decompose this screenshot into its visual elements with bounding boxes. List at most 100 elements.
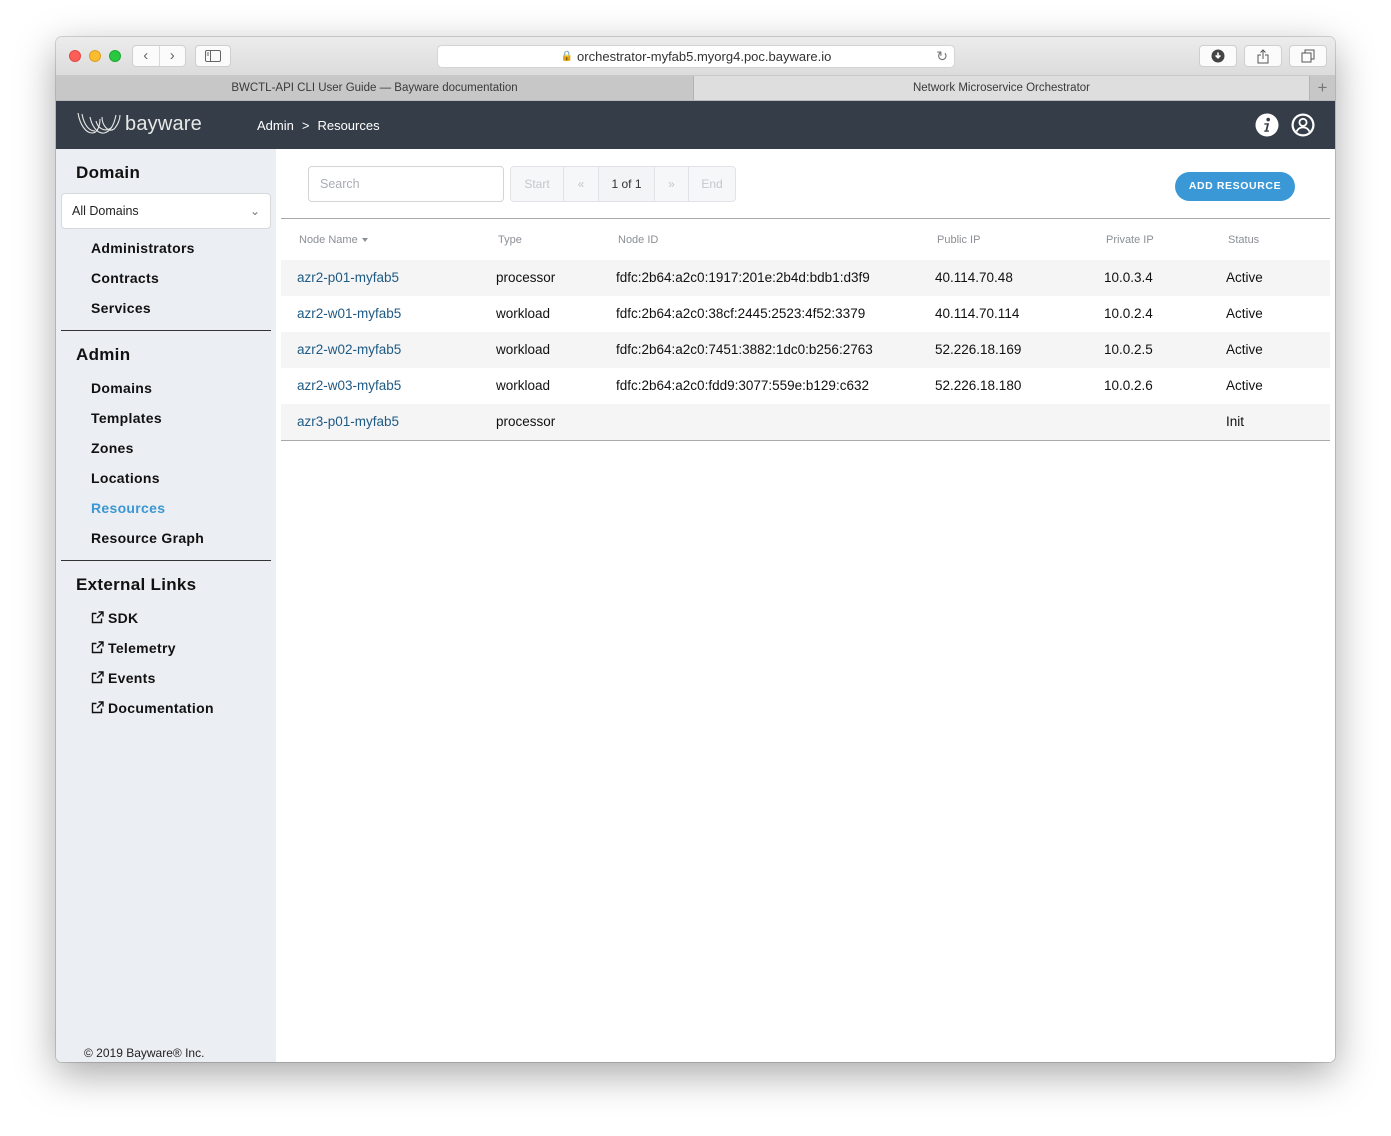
sidebar-item-domains[interactable]: Domains xyxy=(91,380,152,396)
external-link-icon xyxy=(91,671,104,684)
node-id: fdfc:2b64:a2c0:fdd9:3077:559e:b129:c632 xyxy=(616,378,869,393)
table-top-border xyxy=(281,218,1330,219)
breadcrumb: Admin > Resources xyxy=(257,118,380,133)
pager-prev-button[interactable]: « xyxy=(563,166,599,202)
breadcrumb-separator: > xyxy=(301,118,310,133)
bayware-logo-icon xyxy=(77,112,121,134)
sidebar-item-locations[interactable]: Locations xyxy=(91,470,160,486)
sidebar-link-documentation[interactable]: Documentation xyxy=(91,700,214,716)
node-id: fdfc:2b64:a2c0:7451:3882:1dc0:b256:2763 xyxy=(616,342,873,357)
url-text: orchestrator-myfab5.myorg4.poc.bayware.i… xyxy=(577,49,832,64)
public-ip: 40.114.70.48 xyxy=(935,270,1013,285)
info-icon[interactable] xyxy=(1255,113,1279,137)
admin-heading: Admin xyxy=(76,345,131,364)
column-header-private-ip[interactable]: Private IP xyxy=(1106,234,1154,246)
reload-icon[interactable]: ↻ xyxy=(936,48,948,65)
address-bar[interactable]: 🔒 orchestrator-myfab5.myorg4.poc.bayware… xyxy=(437,45,955,68)
sidebar-item-contracts[interactable]: Contracts xyxy=(91,270,159,286)
sidebar-link-label: Events xyxy=(108,670,156,686)
sidebar: Domain All Domains ⌄ Administrators Cont… xyxy=(56,149,276,1062)
sidebar-divider xyxy=(61,330,271,331)
external-link-icon xyxy=(91,611,104,624)
node-name-link[interactable]: azr2-w01-myfab5 xyxy=(297,306,401,321)
sidebar-link-sdk[interactable]: SDK xyxy=(91,610,138,626)
user-account-icon[interactable] xyxy=(1291,113,1315,137)
domain-heading: Domain xyxy=(76,163,141,182)
table-row[interactable]: azr3-p01-myfab5 processor Init xyxy=(281,404,1330,440)
tab-bar: BWCTL-API CLI User Guide — Bayware docum… xyxy=(56,76,1335,101)
pager-start-button[interactable]: Start xyxy=(510,166,564,202)
column-header-node-name[interactable]: Node Name xyxy=(299,234,368,246)
history-nav: ‹ › xyxy=(132,45,186,67)
sidebar-link-telemetry[interactable]: Telemetry xyxy=(91,640,176,656)
public-ip: 52.226.18.180 xyxy=(935,378,1022,393)
forward-button[interactable]: › xyxy=(160,46,186,66)
sidebar-item-templates[interactable]: Templates xyxy=(91,410,162,426)
private-ip: 10.0.2.6 xyxy=(1104,378,1153,393)
close-window-button[interactable] xyxy=(69,50,81,62)
status: Active xyxy=(1226,270,1263,285)
sidebar-item-resource-graph[interactable]: Resource Graph xyxy=(91,530,204,546)
domain-select-value: All Domains xyxy=(72,204,139,218)
table-row[interactable]: azr2-p01-myfab5 processor fdfc:2b64:a2c0… xyxy=(281,260,1330,296)
back-button[interactable]: ‹ xyxy=(133,46,160,66)
status: Init xyxy=(1226,414,1245,429)
table-header: Node Name Type Node ID Public IP Private… xyxy=(281,229,1330,253)
external-link-icon xyxy=(91,701,104,714)
status: Active xyxy=(1226,342,1263,357)
downloads-button[interactable] xyxy=(1199,45,1237,67)
sidebar-link-label: Documentation xyxy=(108,700,214,716)
node-name-link[interactable]: azr2-w03-myfab5 xyxy=(297,378,401,393)
status: Active xyxy=(1226,306,1263,321)
tab-orchestrator[interactable]: Network Microservice Orchestrator xyxy=(694,76,1309,100)
table-row[interactable]: azr2-w03-myfab5 workload fdfc:2b64:a2c0:… xyxy=(281,368,1330,404)
download-icon xyxy=(1211,49,1225,63)
table-row[interactable]: azr2-w02-myfab5 workload fdfc:2b64:a2c0:… xyxy=(281,332,1330,368)
node-type: workload xyxy=(496,306,551,321)
node-type: processor xyxy=(496,414,556,429)
sidebar-link-events[interactable]: Events xyxy=(91,670,156,686)
sidebar-toggle-button[interactable] xyxy=(195,45,231,67)
search-input[interactable] xyxy=(308,166,504,202)
lock-icon: 🔒 xyxy=(560,51,574,62)
column-header-public-ip[interactable]: Public IP xyxy=(937,234,980,246)
sidebar-link-label: Telemetry xyxy=(108,640,176,656)
sidebar-item-services[interactable]: Services xyxy=(91,300,151,316)
minimize-window-button[interactable] xyxy=(89,50,101,62)
private-ip: 10.0.3.4 xyxy=(1104,270,1153,285)
column-header-label: Node Name xyxy=(299,234,358,246)
add-resource-button[interactable]: ADD RESOURCE xyxy=(1175,172,1295,201)
copyright: © 2019 Bayware® Inc. xyxy=(84,1046,205,1060)
new-tab-button[interactable]: + xyxy=(1309,76,1335,100)
node-name-link[interactable]: azr3-p01-myfab5 xyxy=(297,414,399,429)
share-button[interactable] xyxy=(1244,45,1282,67)
column-header-node-id[interactable]: Node ID xyxy=(618,234,658,246)
zoom-window-button[interactable] xyxy=(109,50,121,62)
domain-select[interactable]: All Domains ⌄ xyxy=(61,193,271,229)
app-header: bayware Admin > Resources xyxy=(56,101,1335,149)
sidebar-item-resources[interactable]: Resources xyxy=(91,500,165,516)
sidebar-item-zones[interactable]: Zones xyxy=(91,440,134,456)
table-row[interactable]: azr2-w01-myfab5 workload fdfc:2b64:a2c0:… xyxy=(281,296,1330,332)
node-id: fdfc:2b64:a2c0:38cf:2445:2523:4f52:3379 xyxy=(616,306,866,321)
column-header-type[interactable]: Type xyxy=(498,234,522,246)
private-ip: 10.0.2.5 xyxy=(1104,342,1153,357)
node-name-link[interactable]: azr2-p01-myfab5 xyxy=(297,270,399,285)
main-content: Start « 1 of 1 » End ADD RESOURCE Node N… xyxy=(276,149,1335,1062)
show-tabs-button[interactable] xyxy=(1289,45,1327,67)
bayware-logo[interactable]: bayware xyxy=(76,111,202,137)
pager-end-button[interactable]: End xyxy=(688,166,736,202)
node-name-link[interactable]: azr2-w02-myfab5 xyxy=(297,342,401,357)
breadcrumb-admin[interactable]: Admin xyxy=(257,118,294,133)
tab-bwctl-docs[interactable]: BWCTL-API CLI User Guide — Bayware docum… xyxy=(56,76,694,100)
share-icon xyxy=(1257,48,1269,63)
pager-next-button[interactable]: » xyxy=(654,166,689,202)
public-ip: 40.114.70.114 xyxy=(935,306,1020,321)
tabs-icon xyxy=(1301,49,1315,63)
column-header-status[interactable]: Status xyxy=(1228,234,1259,246)
sidebar-item-administrators[interactable]: Administrators xyxy=(91,240,195,256)
external-links-heading: External Links xyxy=(76,575,197,594)
external-link-icon xyxy=(91,641,104,654)
node-type: workload xyxy=(496,342,551,357)
table-bottom-border xyxy=(281,440,1330,441)
